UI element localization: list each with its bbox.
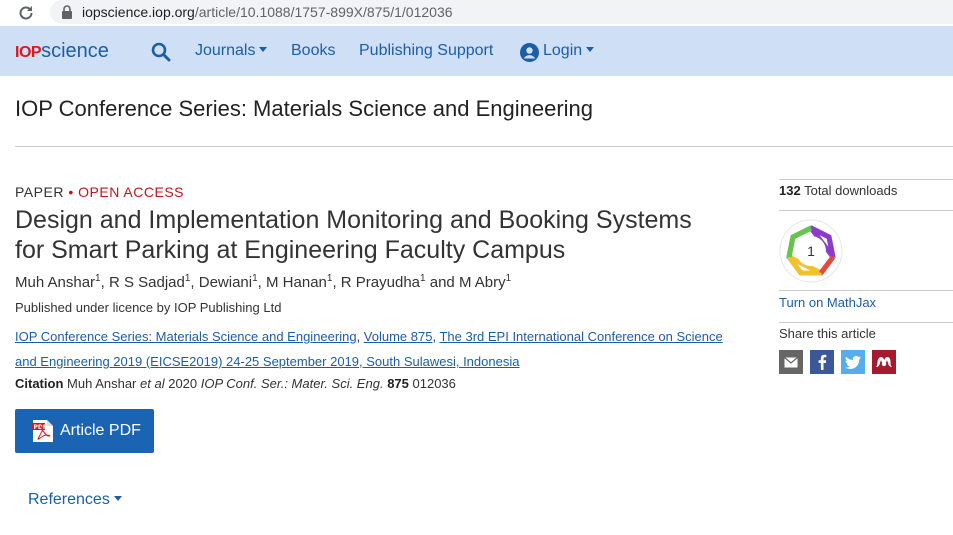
volume-link[interactable]: Volume 875 <box>364 329 433 344</box>
share-twitter-button[interactable] <box>841 350 865 374</box>
separator: • <box>68 184 74 200</box>
author-separator: , <box>190 274 199 291</box>
pdf-icon: PDF <box>32 419 54 443</box>
licence-statement: Published under licence by IOP Publishin… <box>15 300 282 315</box>
lock-icon <box>61 5 73 19</box>
author-list: Muh Anshar1, R S Sadjad1, Dewiani1, M Ha… <box>15 273 511 291</box>
citation-journal: IOP Conf. Ser.: Mater. Sci. Eng. <box>200 376 384 391</box>
article-type-label: PAPER <box>15 184 64 200</box>
citation: Citation Muh Anshar et al 2020 IOP Conf.… <box>15 376 456 391</box>
sidebar-divider <box>779 322 953 323</box>
email-icon <box>784 356 798 367</box>
share-mendeley-button[interactable] <box>872 350 896 374</box>
chevron-down-icon <box>586 47 595 52</box>
author-separator: and <box>425 274 459 291</box>
author-name[interactable]: M Abry <box>459 274 506 291</box>
journal-title[interactable]: IOP Conference Series: Materials Science… <box>15 96 593 122</box>
nav-journals[interactable]: Journals <box>195 42 268 60</box>
twitter-icon <box>845 355 861 369</box>
facebook-icon <box>818 354 827 370</box>
nav-publishing-support[interactable]: Publishing Support <box>359 42 493 60</box>
share-title: Share this article <box>779 326 876 341</box>
mathjax-toggle[interactable]: Turn on MathJax <box>779 295 876 310</box>
chevron-down-icon <box>113 496 122 501</box>
altmetric-score: 1 <box>807 243 815 259</box>
iopscience-logo[interactable]: IOPscience <box>15 40 109 64</box>
author-name[interactable]: Muh Anshar <box>15 274 95 291</box>
author-affiliation: 1 <box>505 273 512 284</box>
url-text: iopscience.iop.org/article/10.1088/1757-… <box>82 4 453 20</box>
author-name[interactable]: Dewiani <box>199 274 252 291</box>
downloads-label: Total downloads <box>804 183 898 198</box>
references-label: References <box>28 491 110 508</box>
sidebar-divider <box>779 290 953 291</box>
author-separator: , <box>100 274 109 291</box>
citation-authors: Muh Anshar <box>67 376 137 391</box>
share-email-button[interactable] <box>779 350 803 374</box>
url-path: /article/10.1088/1757-899X/875/1/012036 <box>194 4 453 20</box>
reload-icon[interactable] <box>15 2 37 24</box>
citation-etal: et al <box>140 376 165 391</box>
user-icon[interactable] <box>520 43 539 62</box>
author-name[interactable]: M Hanan <box>266 274 327 291</box>
site-nav: IOPscience Journals Books Publishing Sup… <box>0 26 953 76</box>
sidebar-divider <box>779 210 953 211</box>
nav-journals-label: Journals <box>195 42 256 59</box>
citation-label: Citation <box>15 376 64 391</box>
article-title: Design and Implementation Monitoring and… <box>15 206 692 264</box>
divider <box>15 146 953 147</box>
url-domain: iopscience.iop.org <box>82 4 195 20</box>
nav-books[interactable]: Books <box>291 42 335 60</box>
publication-links: IOP Conference Series: Materials Science… <box>15 329 723 369</box>
author-name[interactable]: R Prayudha <box>341 274 420 291</box>
citation-year: 2020 <box>168 376 198 391</box>
url-field[interactable]: iopscience.iop.org/article/10.1088/1757-… <box>50 0 953 24</box>
nav-login[interactable]: Login <box>543 42 595 60</box>
share-facebook-button[interactable] <box>810 350 834 374</box>
article-type: PAPER • OPEN ACCESS <box>15 184 184 200</box>
open-access-badge: OPEN ACCESS <box>78 184 184 200</box>
mendeley-icon <box>876 357 892 367</box>
svg-text:PDF: PDF <box>34 424 47 431</box>
downloads-number: 132 <box>779 183 801 198</box>
article-pdf-button[interactable]: PDF Article PDF <box>15 409 154 453</box>
altmetric-donut[interactable]: 1 <box>779 219 843 283</box>
logo-science: science <box>41 40 109 62</box>
citation-number: 012036 <box>412 376 456 391</box>
nav-login-label: Login <box>543 42 583 59</box>
sidebar-divider <box>779 179 953 180</box>
browser-address-bar: iopscience.iop.org/article/10.1088/1757-… <box>0 0 953 26</box>
author-separator: , <box>257 274 267 291</box>
references-toggle[interactable]: References <box>28 491 122 509</box>
chevron-down-icon <box>259 47 268 52</box>
search-icon[interactable] <box>151 42 171 62</box>
article-pdf-label: Article PDF <box>60 422 141 439</box>
citation-volume: 875 <box>387 376 409 391</box>
logo-iop: IOP <box>15 44 42 61</box>
author-name[interactable]: R S Sadjad <box>109 274 185 291</box>
journal-link[interactable]: IOP Conference Series: Materials Science… <box>15 329 357 344</box>
author-separator: , <box>332 274 341 291</box>
downloads-count: 132 Total downloads <box>779 183 897 198</box>
